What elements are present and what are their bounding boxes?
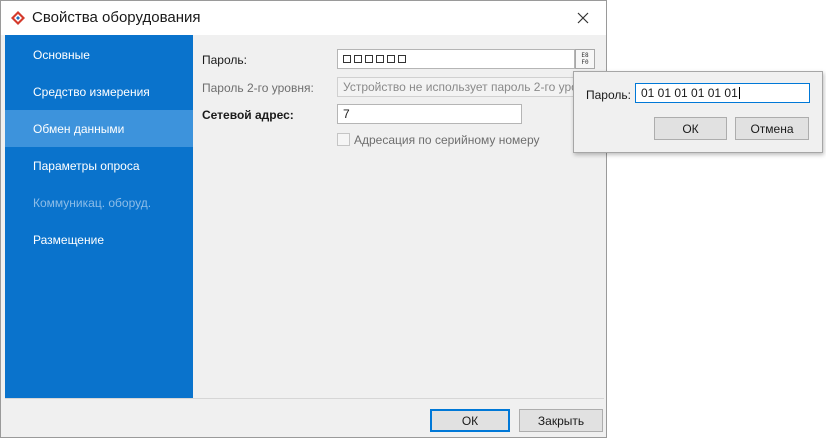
sidebar-item-label: Коммуникац. оборуд. — [33, 195, 152, 210]
equipment-properties-dialog: Свойства оборудования Основные Средство … — [0, 0, 607, 438]
network-address-field[interactable]: 7 — [337, 104, 522, 124]
sidebar-item-label: Средство измерения — [33, 84, 150, 99]
popup-ok-button[interactable]: ОК — [654, 117, 727, 140]
password-mask — [343, 52, 574, 63]
password2-field: Устройство не использует пароль 2-го уро… — [337, 77, 575, 97]
password-mask-char — [343, 55, 351, 63]
sidebar-item-label: Размещение — [33, 232, 104, 247]
sidebar-item-measuring-instrument[interactable]: Средство измерения — [5, 73, 193, 110]
dialog-footer: ОК Закрыть — [5, 398, 604, 436]
ok-button[interactable]: ОК — [430, 409, 510, 432]
password-mask-char — [354, 55, 362, 63]
close-dialog-button[interactable]: Закрыть — [519, 409, 603, 432]
password-mask-char — [365, 55, 373, 63]
password-label: Пароль: — [202, 53, 247, 67]
hex-keyboard-icon: E8 F0 — [581, 52, 589, 66]
text-cursor — [738, 87, 740, 99]
sidebar-item-comm-equipment: Коммуникац. оборуд. — [5, 184, 193, 221]
sidebar-item-label: Обмен данными — [33, 121, 125, 136]
serial-addressing-label: Адресация по серийному номеру — [354, 133, 540, 147]
data-exchange-panel: Пароль: E8 F0 Пароль 2-го уровня: Устройс… — [193, 35, 604, 398]
popup-password-input[interactable]: 01 01 01 01 01 01 — [635, 83, 810, 103]
sidebar-item-general[interactable]: Основные — [5, 36, 193, 73]
sidebar: Основные Средство измерения Обмен данным… — [5, 35, 193, 398]
password-field[interactable] — [337, 49, 575, 69]
app-diamond-icon — [11, 11, 25, 25]
close-button[interactable] — [567, 3, 599, 33]
password-entry-popup: Пароль: 01 01 01 01 01 01 ОК Отмена — [573, 71, 823, 153]
serial-addressing-checkbox[interactable] — [337, 133, 350, 146]
password-mask-char — [398, 55, 406, 63]
sidebar-item-placement[interactable]: Размещение — [5, 221, 193, 258]
popup-password-label: Пароль: — [586, 88, 631, 102]
title-bar: Свойства оборудования — [1, 1, 606, 35]
password2-label: Пароль 2-го уровня: — [202, 81, 314, 95]
keyboard-input-button[interactable]: E8 F0 — [575, 49, 595, 69]
password-mask-char — [387, 55, 395, 63]
popup-cancel-button[interactable]: Отмена — [735, 117, 809, 140]
sidebar-item-label: Основные — [33, 47, 90, 62]
sidebar-item-data-exchange[interactable]: Обмен данными — [5, 110, 193, 147]
network-address-label: Сетевой адрес: — [202, 108, 294, 122]
sidebar-item-label: Параметры опроса — [33, 158, 140, 173]
window-title: Свойства оборудования — [32, 9, 201, 26]
close-icon — [577, 12, 589, 24]
sidebar-item-polling-parameters[interactable]: Параметры опроса — [5, 147, 193, 184]
password-mask-char — [376, 55, 384, 63]
